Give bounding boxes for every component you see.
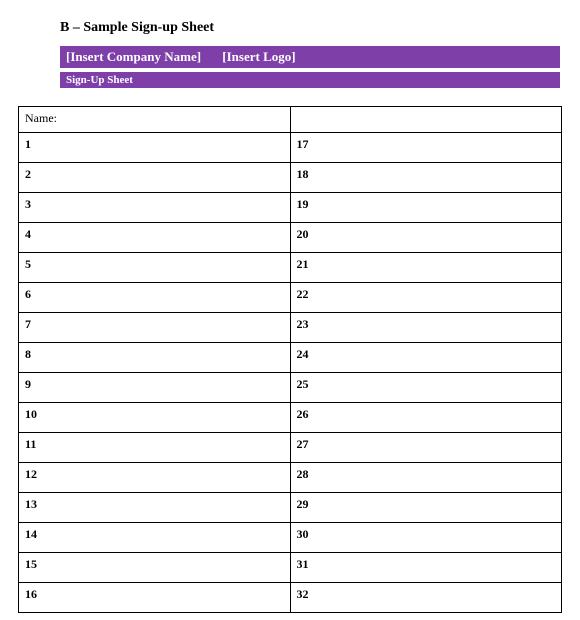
row-number-left: 5 bbox=[19, 253, 291, 283]
signup-table: Name: 1172183194205216227238249251026112… bbox=[18, 106, 562, 613]
company-name-placeholder: [Insert Company Name] bbox=[66, 49, 201, 64]
table-row: 319 bbox=[19, 193, 562, 223]
table-row: 1632 bbox=[19, 583, 562, 613]
row-number-left: 8 bbox=[19, 343, 291, 373]
table-row: 117 bbox=[19, 133, 562, 163]
company-header-bar: [Insert Company Name] [Insert Logo] bbox=[60, 46, 560, 68]
row-number-right: 19 bbox=[290, 193, 562, 223]
row-number-left: 6 bbox=[19, 283, 291, 313]
row-number-left: 13 bbox=[19, 493, 291, 523]
document-title: B – Sample Sign-up Sheet bbox=[60, 20, 562, 36]
header-name-label: Name: bbox=[19, 107, 291, 133]
row-number-right: 30 bbox=[290, 523, 562, 553]
table-row: 1329 bbox=[19, 493, 562, 523]
row-number-right: 32 bbox=[290, 583, 562, 613]
row-number-left: 3 bbox=[19, 193, 291, 223]
table-row: 1228 bbox=[19, 463, 562, 493]
row-number-left: 15 bbox=[19, 553, 291, 583]
row-number-left: 16 bbox=[19, 583, 291, 613]
table-row: 1531 bbox=[19, 553, 562, 583]
header-empty bbox=[290, 107, 562, 133]
row-number-right: 28 bbox=[290, 463, 562, 493]
row-number-right: 18 bbox=[290, 163, 562, 193]
table-row: 622 bbox=[19, 283, 562, 313]
row-number-right: 27 bbox=[290, 433, 562, 463]
row-number-left: 2 bbox=[19, 163, 291, 193]
signup-sheet-bar: Sign-Up Sheet bbox=[60, 72, 560, 88]
row-number-right: 22 bbox=[290, 283, 562, 313]
row-number-right: 25 bbox=[290, 373, 562, 403]
row-number-left: 4 bbox=[19, 223, 291, 253]
row-number-right: 29 bbox=[290, 493, 562, 523]
table-row: 521 bbox=[19, 253, 562, 283]
row-number-left: 10 bbox=[19, 403, 291, 433]
row-number-right: 17 bbox=[290, 133, 562, 163]
table-header-row: Name: bbox=[19, 107, 562, 133]
row-number-left: 12 bbox=[19, 463, 291, 493]
logo-placeholder: [Insert Logo] bbox=[222, 49, 295, 64]
table-row: 925 bbox=[19, 373, 562, 403]
row-number-left: 1 bbox=[19, 133, 291, 163]
row-number-left: 11 bbox=[19, 433, 291, 463]
table-row: 1026 bbox=[19, 403, 562, 433]
table-row: 420 bbox=[19, 223, 562, 253]
row-number-right: 26 bbox=[290, 403, 562, 433]
row-number-right: 23 bbox=[290, 313, 562, 343]
row-number-right: 21 bbox=[290, 253, 562, 283]
table-row: 218 bbox=[19, 163, 562, 193]
row-number-left: 9 bbox=[19, 373, 291, 403]
row-number-left: 14 bbox=[19, 523, 291, 553]
row-number-left: 7 bbox=[19, 313, 291, 343]
row-number-right: 20 bbox=[290, 223, 562, 253]
table-row: 824 bbox=[19, 343, 562, 373]
row-number-right: 31 bbox=[290, 553, 562, 583]
table-row: 1127 bbox=[19, 433, 562, 463]
table-row: 723 bbox=[19, 313, 562, 343]
table-row: 1430 bbox=[19, 523, 562, 553]
row-number-right: 24 bbox=[290, 343, 562, 373]
